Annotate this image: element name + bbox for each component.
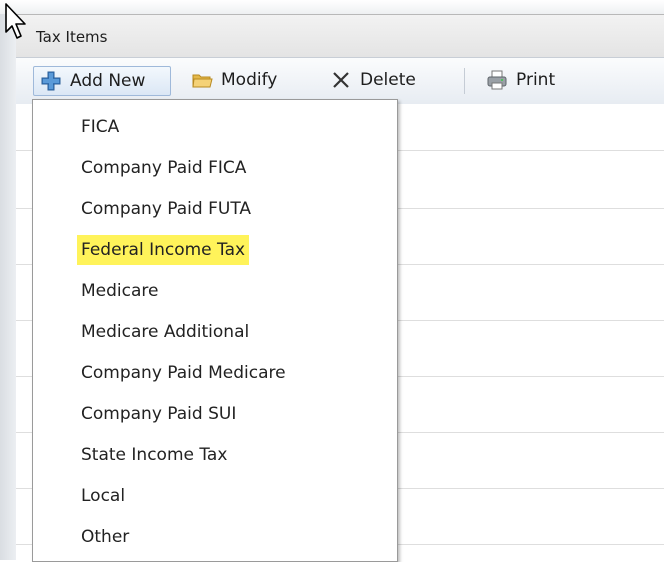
folder-icon — [191, 69, 213, 91]
modify-label: Modify — [221, 70, 278, 90]
x-icon — [330, 69, 352, 91]
menu-item-medicare[interactable]: Medicare — [81, 276, 158, 306]
tax-items-window: Tax Items Add New Modify Delete Print FI… — [0, 0, 664, 562]
menu-item-label: Other — [81, 527, 130, 547]
mouse-cursor-icon — [4, 2, 30, 42]
window-top-edge — [0, 0, 664, 14]
menu-item-fica[interactable]: FICA — [81, 112, 119, 142]
menu-item-label: FICA — [81, 117, 120, 137]
menu-item-company-paid-futa[interactable]: Company Paid FUTA — [81, 194, 251, 224]
menu-item-state-income-tax[interactable]: State Income Tax — [81, 440, 227, 470]
menu-item-company-paid-sui[interactable]: Company Paid SUI — [81, 399, 236, 429]
add-new-dropdown-menu: FICA Company Paid FICA Company Paid FUTA… — [32, 99, 398, 562]
toolbar-separator — [464, 68, 465, 94]
menu-item-medicare-additional[interactable]: Medicare Additional — [81, 317, 249, 347]
menu-item-company-paid-fica[interactable]: Company Paid FICA — [81, 153, 246, 183]
plus-icon — [40, 70, 62, 92]
window-title: Tax Items — [36, 28, 108, 46]
toolbar: Add New Modify Delete Print — [16, 57, 664, 105]
menu-item-label: Company Paid Medicare — [81, 363, 286, 383]
print-button[interactable]: Print — [486, 66, 555, 94]
menu-item-local[interactable]: Local — [81, 481, 125, 511]
print-label: Print — [516, 70, 556, 90]
add-new-label: Add New — [70, 71, 146, 91]
menu-item-label: Federal Income Tax — [81, 240, 246, 260]
menu-item-company-paid-medicare[interactable]: Company Paid Medicare — [81, 358, 286, 388]
menu-item-label: Medicare Additional — [81, 322, 250, 342]
delete-button[interactable]: Delete — [330, 66, 416, 94]
title-bar: Tax Items — [16, 14, 664, 57]
menu-item-label: Company Paid FUTA — [81, 199, 252, 219]
modify-button[interactable]: Modify — [191, 66, 277, 94]
add-new-button[interactable]: Add New — [33, 66, 171, 96]
menu-item-label: Local — [81, 486, 126, 506]
menu-item-other[interactable]: Other — [81, 522, 129, 552]
printer-icon — [486, 69, 508, 91]
menu-item-label: Company Paid FICA — [81, 158, 247, 178]
menu-item-label: Medicare — [81, 281, 159, 301]
menu-item-federal-income-tax[interactable]: Federal Income Tax — [77, 235, 250, 265]
menu-item-label: Company Paid SUI — [81, 404, 237, 424]
menu-item-label: State Income Tax — [81, 445, 228, 465]
delete-label: Delete — [360, 70, 416, 90]
window-left-border — [0, 14, 17, 560]
